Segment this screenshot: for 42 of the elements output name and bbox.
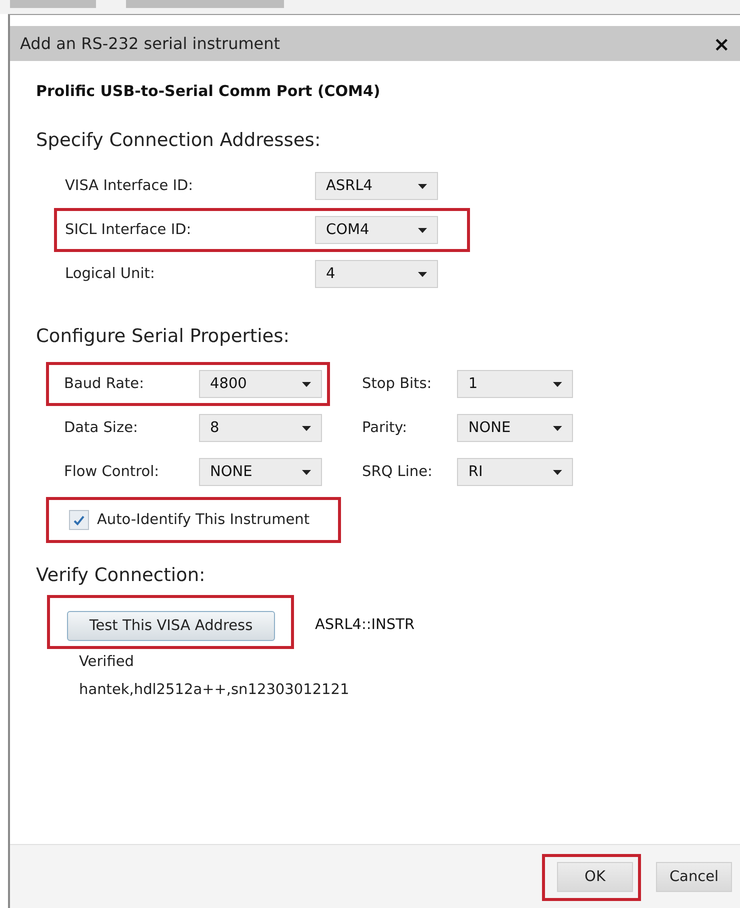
section-heading: Specify Connection Addresses: (36, 130, 322, 151)
dropdown[interactable]: 8 (199, 414, 322, 442)
section-heading: Verify Connection: (36, 565, 206, 586)
close-button[interactable]: × (709, 32, 734, 56)
field-label: Data Size: (64, 420, 139, 436)
dialog-button[interactable]: OK (557, 862, 633, 892)
dialog-button[interactable]: Cancel (656, 862, 732, 892)
caret-icon (553, 382, 562, 386)
dropdown[interactable]: COM4 (315, 216, 438, 244)
caret-icon (553, 470, 562, 474)
dropdown[interactable]: ASRL4 (315, 172, 438, 200)
field-label: Parity: (362, 420, 408, 436)
field-label: VISA Interface ID: (65, 178, 194, 194)
status-text: Verified (79, 654, 135, 670)
instrument-response: hantek,hdl2512a++,sn12303012121 (79, 682, 350, 698)
dropdown[interactable]: RI (457, 458, 573, 486)
dropdown[interactable]: 4800 (199, 370, 322, 398)
test-address-button[interactable]: Test This VISA Address (67, 611, 275, 641)
checkbox[interactable] (69, 510, 89, 530)
caret-icon (418, 228, 427, 232)
caret-icon (302, 382, 311, 386)
field-label: Logical Unit: (65, 266, 156, 282)
dropdown[interactable]: NONE (199, 458, 322, 486)
caret-icon (553, 426, 562, 430)
field-label: Stop Bits: (362, 376, 433, 392)
checkbox-label: Auto-Identify This Instrument (97, 512, 310, 528)
caret-icon (302, 426, 311, 430)
field-label: Baud Rate: (64, 376, 145, 392)
visa-address: ASRL4::INSTR (315, 617, 415, 633)
dropdown[interactable]: 1 (457, 370, 573, 398)
caret-icon (302, 470, 311, 474)
dialog-title: Add an RS-232 serial instrument (20, 34, 280, 53)
caret-icon (418, 184, 427, 188)
field-label: Flow Control: (64, 464, 160, 480)
dropdown[interactable]: NONE (457, 414, 573, 442)
section-heading: Configure Serial Properties: (36, 326, 290, 347)
dropdown[interactable]: 4 (315, 260, 438, 288)
field-label: SRQ Line: (362, 464, 434, 480)
field-label: SICL Interface ID: (65, 222, 192, 238)
caret-icon (418, 272, 427, 276)
checkmark-icon (73, 514, 85, 526)
device-title: Prolific USB-to-Serial Comm Port (COM4) (36, 82, 382, 100)
